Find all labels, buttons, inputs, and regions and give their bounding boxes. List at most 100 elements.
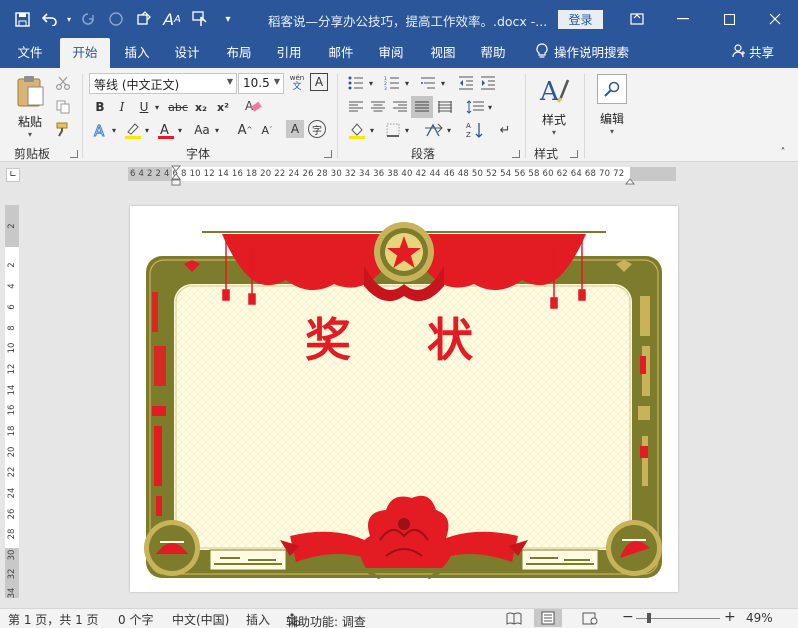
format-painter-icon[interactable] xyxy=(130,0,158,38)
paragraph-launcher-icon[interactable] xyxy=(512,150,520,158)
font-name-combo[interactable]: 等线 (中文正文) ▼ xyxy=(89,73,237,94)
horizontal-ruler[interactable]: 6 4 2 2 4 6 8 10 12 14 16 18 20 22 24 26… xyxy=(128,167,676,181)
tab-home[interactable]: 开始 xyxy=(60,38,110,68)
tab-mailings[interactable]: 邮件 xyxy=(320,38,362,68)
chevron-down-icon[interactable]: ▾ xyxy=(368,122,376,138)
numbering-icon[interactable]: 123 xyxy=(382,74,402,92)
print-layout-icon[interactable] xyxy=(534,609,562,627)
chinese-layout-icon[interactable] xyxy=(422,120,446,140)
font-launcher-icon[interactable] xyxy=(324,150,332,158)
align-left-icon[interactable] xyxy=(346,98,366,116)
phonetic-guide-icon[interactable]: wén 文 xyxy=(288,72,306,94)
editing-button[interactable]: 编辑 ▾ xyxy=(592,74,632,136)
copy-icon[interactable] xyxy=(54,98,72,116)
tab-layout[interactable]: 布局 xyxy=(218,38,260,68)
font-color-icon[interactable]: A xyxy=(155,120,177,140)
insert-mode[interactable]: 插入 xyxy=(246,611,270,628)
format-painter-icon[interactable] xyxy=(54,120,72,138)
paste-button[interactable]: 粘贴 ▾ xyxy=(12,74,48,139)
page-count[interactable]: 第 1 页，共 1 页 xyxy=(8,611,99,628)
login-button[interactable]: 登录 xyxy=(558,10,603,29)
zoom-in-button[interactable]: + xyxy=(724,609,736,625)
circle-icon[interactable] xyxy=(102,0,130,38)
styles-button[interactable]: A 样式 ▾ xyxy=(534,74,574,137)
sort-icon[interactable]: AZ xyxy=(464,120,486,140)
line-spacing-icon[interactable] xyxy=(464,98,486,116)
ribbon-display-icon[interactable] xyxy=(614,0,660,38)
highlight-icon[interactable] xyxy=(122,120,144,140)
tab-review[interactable]: 审阅 xyxy=(370,38,412,68)
minimize-icon[interactable] xyxy=(660,0,706,38)
tab-view[interactable]: 视图 xyxy=(422,38,464,68)
chevron-down-icon[interactable]: ▾ xyxy=(486,100,494,114)
change-case-button[interactable]: Aa xyxy=(190,120,214,140)
cut-icon[interactable] xyxy=(54,74,72,92)
align-center-icon[interactable] xyxy=(368,98,388,116)
character-border-icon[interactable]: A xyxy=(310,73,328,91)
customize-icon[interactable]: ▾ xyxy=(214,0,242,38)
justify-icon[interactable] xyxy=(411,96,433,118)
character-shading-icon[interactable]: A xyxy=(286,120,304,138)
share-button[interactable]: 共享 xyxy=(732,38,774,68)
read-mode-icon[interactable] xyxy=(506,612,522,628)
font-size-icon[interactable]: AA xyxy=(158,0,186,38)
vertical-ruler[interactable]: 2 2 4 6 8 10 12 14 16 18 20 22 24 26 28 … xyxy=(5,205,19,598)
grow-font-button[interactable]: A ^ xyxy=(236,120,254,140)
maximize-icon[interactable] xyxy=(706,0,752,38)
redo-icon[interactable] xyxy=(74,0,102,38)
zoom-level[interactable]: 49% xyxy=(746,611,773,625)
text-effects-icon[interactable]: A xyxy=(90,120,112,140)
word-count[interactable]: 0 个字 xyxy=(118,611,153,628)
clipboard-launcher-icon[interactable] xyxy=(70,150,78,158)
undo-dropdown-icon[interactable]: ▾ xyxy=(64,0,74,38)
subscript-button[interactable]: x₂ xyxy=(192,98,210,116)
bullets-icon[interactable] xyxy=(346,74,366,92)
tab-design[interactable]: 设计 xyxy=(166,38,208,68)
zoom-slider-thumb[interactable] xyxy=(647,613,651,623)
enclose-characters-icon[interactable]: 字 xyxy=(308,120,326,138)
indent-marker-icon[interactable] xyxy=(170,165,182,190)
document-page[interactable]: 奖 状 xyxy=(130,206,678,592)
chevron-down-icon[interactable]: ▾ xyxy=(110,122,118,138)
tab-selector-icon[interactable]: ∟ xyxy=(6,168,20,182)
close-icon[interactable] xyxy=(752,0,798,38)
shading-icon[interactable] xyxy=(346,120,368,140)
chevron-down-icon[interactable]: ▾ xyxy=(439,76,447,90)
distributed-icon[interactable] xyxy=(435,98,455,116)
tab-file[interactable]: 文件 xyxy=(6,38,54,68)
chevron-down-icon[interactable]: ▾ xyxy=(403,76,411,90)
italic-button[interactable]: I xyxy=(114,98,130,116)
chevron-down-icon[interactable]: ▾ xyxy=(213,122,221,138)
tab-help[interactable]: 帮助 xyxy=(472,38,514,68)
save-icon[interactable] xyxy=(8,0,36,38)
shrink-font-button[interactable]: Aˇ xyxy=(258,120,276,140)
chevron-down-icon[interactable]: ▾ xyxy=(176,122,184,138)
chevron-down-icon[interactable]: ▾ xyxy=(367,76,375,90)
decrease-indent-icon[interactable] xyxy=(456,74,476,92)
collapse-ribbon-icon[interactable]: ˄ xyxy=(776,146,790,158)
underline-button[interactable]: U xyxy=(136,98,152,116)
font-size-combo[interactable]: 10.5 ▼ xyxy=(238,73,284,94)
underline-dropdown-icon[interactable]: ▾ xyxy=(152,98,162,116)
show-marks-icon[interactable]: ↵ xyxy=(496,120,514,140)
chevron-down-icon[interactable]: ▾ xyxy=(143,122,151,138)
tab-references[interactable]: 引用 xyxy=(268,38,310,68)
multilevel-list-icon[interactable] xyxy=(418,74,438,92)
zoom-out-button[interactable]: − xyxy=(622,609,634,625)
clear-formatting-icon[interactable]: A xyxy=(242,96,264,116)
right-indent-marker-icon[interactable] xyxy=(624,174,636,188)
styles-launcher-icon[interactable] xyxy=(570,150,578,158)
superscript-button[interactable]: x² xyxy=(214,98,232,116)
language[interactable]: 中文(中国) xyxy=(172,611,229,628)
web-layout-icon[interactable] xyxy=(582,612,598,628)
tell-me-search[interactable]: 操作说明搜索 xyxy=(536,38,629,68)
chevron-down-icon[interactable]: ▾ xyxy=(445,122,453,138)
borders-icon[interactable] xyxy=(382,120,404,140)
undo-icon[interactable] xyxy=(36,0,64,38)
tab-insert[interactable]: 插入 xyxy=(116,38,158,68)
align-right-icon[interactable] xyxy=(390,98,410,116)
increase-indent-icon[interactable] xyxy=(478,74,498,92)
bold-button[interactable]: B xyxy=(92,98,108,116)
strikethrough-button[interactable]: abc xyxy=(166,98,190,116)
chevron-down-icon[interactable]: ▾ xyxy=(403,122,411,138)
